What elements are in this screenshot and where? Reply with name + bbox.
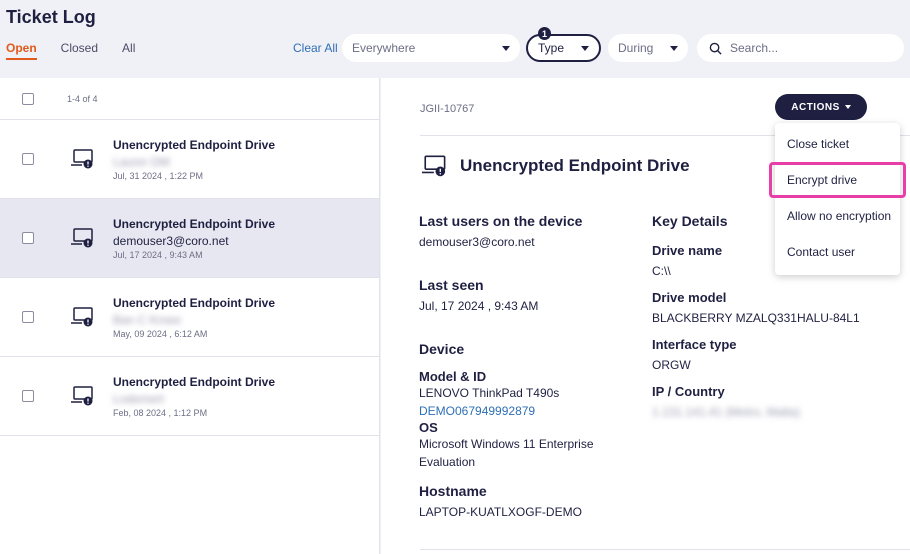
row-title: Unencrypted Endpoint Drive <box>113 216 276 231</box>
search-icon <box>709 42 722 55</box>
search-box <box>697 34 904 62</box>
ticket-row[interactable]: Unencrypted Endpoint Drive Laurer DM Jul… <box>0 120 379 199</box>
ticket-list: 1-4 of 4 Unencrypted Endpoint Drive Laur… <box>0 78 380 554</box>
chevron-down-icon <box>844 105 851 109</box>
model-id-label: Model & ID <box>419 369 487 384</box>
row-subtitle: demouser3@coro.net <box>113 233 229 248</box>
laptop-warning-icon <box>71 307 93 327</box>
ticket-count: 1-4 of 4 <box>67 93 98 104</box>
row-date: Feb, 08 2024 , 1:12 PM <box>113 407 208 418</box>
select-all-checkbox[interactable] <box>22 92 34 105</box>
laptop-warning-icon <box>422 155 446 177</box>
tab-closed[interactable]: Closed <box>61 41 98 60</box>
row-subtitle: Laurer DM <box>113 154 170 169</box>
divider <box>420 549 910 550</box>
hostname-label: Hostname <box>419 483 487 499</box>
drive-model-value: BLACKBERRY MZALQ331HALU-84L1 <box>652 311 860 325</box>
row-title: Unencrypted Endpoint Drive <box>113 295 276 310</box>
last-seen-label: Last seen <box>419 277 484 293</box>
device-id-link[interactable]: DEMO067949992879 <box>419 402 629 420</box>
row-subtitle: Lodemert <box>113 391 164 406</box>
row-checkbox[interactable] <box>22 390 34 402</box>
chevron-down-icon <box>670 45 678 51</box>
row-date: Jul, 17 2024 , 9:43 AM <box>113 249 203 260</box>
ticket-row[interactable]: Unencrypted Endpoint Drive Lodemert Feb,… <box>0 357 379 436</box>
row-checkbox[interactable] <box>22 311 34 323</box>
row-date: Jul, 31 2024 , 1:22 PM <box>113 170 204 181</box>
row-title: Unencrypted Endpoint Drive <box>113 374 276 389</box>
actions-button[interactable]: ACTIONS <box>775 94 867 120</box>
chevron-down-icon <box>581 45 589 51</box>
device-info-column: Last users on the device demouser3@coro.… <box>419 213 629 521</box>
clear-all-link[interactable]: Clear All <box>293 41 338 55</box>
ticket-row[interactable]: Unencrypted Endpoint Drive demouser3@cor… <box>0 199 379 278</box>
actions-button-label: ACTIONS <box>791 101 840 113</box>
last-seen-value: Jul, 17 2024 , 9:43 AM <box>419 299 539 313</box>
device-label: Device <box>419 341 465 357</box>
tab-open[interactable]: Open <box>6 41 37 60</box>
chevron-down-icon <box>502 45 510 51</box>
detail-header: Unencrypted Endpoint Drive <box>422 154 690 178</box>
menu-item-contact-user[interactable]: Contact user <box>775 234 900 270</box>
drive-model-label: Drive model <box>652 290 727 305</box>
row-date: May, 09 2024 , 6:12 AM <box>113 328 208 339</box>
laptop-warning-icon <box>71 386 93 406</box>
menu-item-close-ticket[interactable]: Close ticket <box>775 126 900 162</box>
ticket-id: JGII-10767 <box>420 103 475 115</box>
row-title: Unencrypted Endpoint Drive <box>113 137 276 152</box>
ip-country-value: 1.131.141.41 (Metro, Malta) <box>652 405 801 419</box>
last-users-value: demouser3@coro.net <box>419 235 535 249</box>
row-checkbox[interactable] <box>22 153 34 165</box>
type-select[interactable]: Type <box>526 34 601 62</box>
during-select[interactable]: During <box>608 34 688 62</box>
ip-country-label: IP / Country <box>652 384 725 399</box>
where-select[interactable]: Everywhere <box>342 34 520 62</box>
laptop-warning-icon <box>71 149 93 169</box>
row-checkbox[interactable] <box>22 232 34 244</box>
actions-menu: Close ticket Encrypt drive Allow no encr… <box>769 123 906 275</box>
interface-type-value: ORGW <box>652 358 691 372</box>
list-header: 1-4 of 4 <box>0 78 379 120</box>
interface-type-label: Interface type <box>652 337 737 352</box>
detail-title: Unencrypted Endpoint Drive <box>460 156 690 175</box>
model-value: LENOVO ThinkPad T490s <box>419 386 560 400</box>
laptop-warning-icon <box>71 228 93 248</box>
row-subtitle: Ban C Kmee <box>113 312 182 327</box>
type-filter-count-badge: 1 <box>538 27 551 40</box>
during-select-value: During <box>618 41 654 55</box>
status-tabs: Open Closed All <box>6 41 135 60</box>
ticket-row[interactable]: Unencrypted Endpoint Drive Ban C Kmee Ma… <box>0 278 379 357</box>
page-title: Ticket Log <box>6 7 96 27</box>
where-select-value: Everywhere <box>352 41 416 55</box>
last-users-label: Last users on the device <box>419 213 583 229</box>
search-input[interactable] <box>730 41 890 55</box>
os-value: Microsoft Windows 11 Enterprise Evaluati… <box>419 437 594 469</box>
type-select-value: Type <box>538 41 565 55</box>
tab-all[interactable]: All <box>122 41 135 60</box>
menu-item-allow-no-encryption[interactable]: Allow no encryption <box>775 198 900 234</box>
os-label: OS <box>419 420 438 435</box>
hostname-value: LAPTOP-KUATLXOGF-DEMO <box>419 505 582 519</box>
menu-item-encrypt-drive[interactable]: Encrypt drive <box>769 162 906 198</box>
